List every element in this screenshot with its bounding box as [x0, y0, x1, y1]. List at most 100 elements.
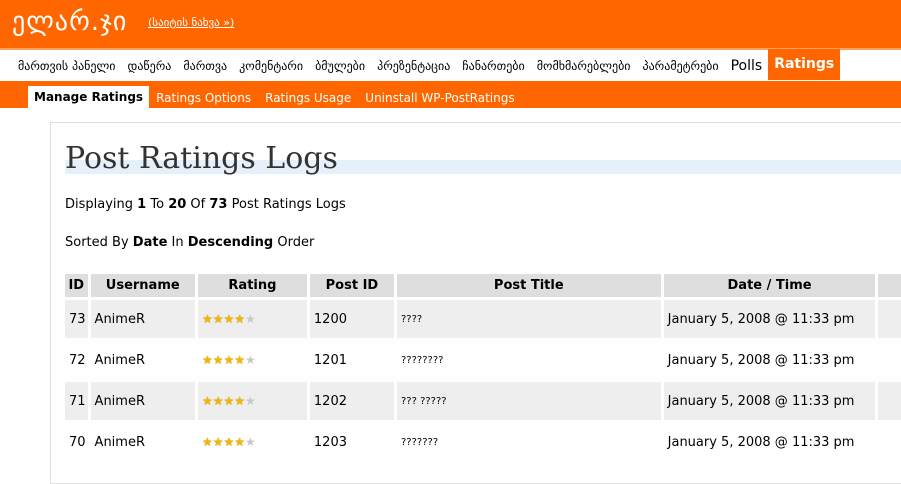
visit-site-link[interactable]: (საიტის ნახვა ») [148, 16, 234, 29]
nav-item-dashboard[interactable]: მართვის პანელი [12, 59, 122, 73]
cell-id: 73 [65, 300, 88, 338]
subnav-manage-ratings[interactable]: Manage Ratings [28, 86, 150, 108]
star-filled-icon: ★ [223, 353, 235, 367]
cell-post-id: 1203 [309, 423, 394, 461]
cell-rating: ★ ★ ★ ★ ★ [197, 423, 307, 461]
rating-stars: ★ ★ ★ ★ ★ [202, 395, 256, 407]
table-row: 73 AnimeR ★ ★ ★ ★ ★ 1200???? January 5, 2008 @ 1… [65, 300, 901, 338]
cell-post-id: 1201 [309, 341, 394, 379]
displaying-suffix: Post Ratings Logs [231, 197, 346, 212]
site-title: ელარ.ჯი [12, 7, 128, 37]
displaying-from: 1 [137, 197, 147, 212]
cell-rating: ★ ★ ★ ★ ★ [197, 300, 307, 338]
star-filled-icon: ★ [201, 353, 213, 367]
table-header-row: ID Username Rating Post ID Post Title Da… [65, 274, 901, 297]
nav-item-presentation[interactable]: პრეზენტაცია [371, 59, 456, 73]
star-filled-icon: ★ [212, 353, 224, 367]
header-post-title: Post Title [396, 274, 661, 297]
displaying-summary: Displaying 1 To 20 Of 73 Post Ratings Lo… [65, 197, 346, 212]
nav-item-options[interactable]: პარამეტრები [636, 59, 724, 73]
cell-username: AnimeR [90, 382, 195, 420]
table-row: 70 AnimeR ★ ★ ★ ★ ★ 1203??????? January 5, 2008 … [65, 423, 901, 461]
header-extra [878, 274, 901, 297]
displaying-prefix: Displaying [65, 197, 134, 212]
cell-post-title: ???????? [396, 341, 661, 379]
subnav-ratings-options[interactable]: Ratings Options [149, 91, 258, 108]
subnav-ratings-usage[interactable]: Ratings Usage [258, 91, 358, 108]
nav-item-comments[interactable]: კომენტარი [233, 59, 309, 73]
cell-datetime: January 5, 2008 @ 11:33 pm [663, 382, 876, 420]
header-post-id: Post ID [309, 274, 394, 297]
star-filled-icon: ★ [201, 394, 213, 408]
main-nav: მართვის პანელი დაწერა მართვა კომენტარი ბ… [0, 48, 901, 83]
cell-datetime: January 5, 2008 @ 11:33 pm [663, 423, 876, 461]
star-filled-icon: ★ [223, 435, 235, 449]
star-empty-icon: ★ [245, 435, 256, 449]
displaying-of-word: Of [190, 197, 206, 212]
nav-item-ratings[interactable]: Ratings [768, 49, 841, 80]
nav-item-write[interactable]: დაწერა [122, 59, 178, 73]
star-filled-icon: ★ [234, 312, 245, 326]
star-filled-icon: ★ [223, 312, 235, 326]
cell-post-title: ???? [396, 300, 661, 338]
star-filled-icon: ★ [201, 435, 213, 449]
cell-extra [878, 423, 901, 461]
sorted-field: Date [132, 235, 168, 250]
star-filled-icon: ★ [212, 435, 224, 449]
sorted-prefix: Sorted By [65, 235, 129, 250]
header-username: Username [90, 274, 195, 297]
displaying-to-word: To [150, 197, 165, 212]
nav-item-polls[interactable]: Polls [725, 58, 769, 74]
displaying-to: 20 [168, 197, 187, 212]
header-rating: Rating [197, 274, 307, 297]
content-panel: Post Ratings Logs Displaying 1 To 20 Of … [50, 122, 901, 484]
star-empty-icon: ★ [245, 353, 256, 367]
star-filled-icon: ★ [234, 394, 245, 408]
rating-stars: ★ ★ ★ ★ ★ [202, 354, 256, 366]
table-row: 71 AnimeR ★ ★ ★ ★ ★ 1202??? ????? January 5, 200… [65, 382, 901, 420]
nav-item-manage[interactable]: მართვა [177, 59, 233, 73]
header-datetime: Date / Time [663, 274, 876, 297]
subnav-uninstall[interactable]: Uninstall WP-PostRatings [358, 91, 521, 108]
cell-post-id: 1200 [309, 300, 394, 338]
cell-username: AnimeR [90, 423, 195, 461]
cell-post-title: ??? ????? [396, 382, 661, 420]
cell-post-id: 1202 [309, 382, 394, 420]
cell-rating: ★ ★ ★ ★ ★ [197, 341, 307, 379]
table-row: 72 AnimeR ★ ★ ★ ★ ★ 1201???????? January 5, 2008… [65, 341, 901, 379]
sorted-in-word: In [171, 235, 184, 250]
cell-id: 72 [65, 341, 88, 379]
displaying-total: 73 [209, 197, 228, 212]
sorted-order: Descending [187, 235, 274, 250]
cell-username: AnimeR [90, 341, 195, 379]
cell-extra [878, 382, 901, 420]
nav-item-users[interactable]: მომხმარებლები [531, 59, 637, 73]
cell-rating: ★ ★ ★ ★ ★ [197, 382, 307, 420]
cell-id: 70 [65, 423, 88, 461]
nav-item-plugins[interactable]: ჩანართები [456, 59, 530, 73]
star-empty-icon: ★ [245, 312, 256, 326]
rating-stars: ★ ★ ★ ★ ★ [202, 313, 256, 325]
sorted-summary: Sorted By Date In Descending Order [65, 235, 314, 250]
page-title: Post Ratings Logs [65, 141, 338, 176]
header-bar: ელარ.ჯი (საიტის ნახვა ») [0, 0, 901, 48]
header-id: ID [65, 274, 88, 297]
cell-datetime: January 5, 2008 @ 11:33 pm [663, 300, 876, 338]
star-filled-icon: ★ [223, 394, 235, 408]
star-filled-icon: ★ [234, 435, 245, 449]
star-filled-icon: ★ [212, 394, 224, 408]
star-filled-icon: ★ [201, 312, 213, 326]
cell-username: AnimeR [90, 300, 195, 338]
cell-post-title: ??????? [396, 423, 661, 461]
rating-stars: ★ ★ ★ ★ ★ [202, 436, 256, 448]
cell-extra [878, 300, 901, 338]
sorted-suffix: Order [277, 235, 315, 250]
cell-extra [878, 341, 901, 379]
nav-item-links[interactable]: ბმულები [309, 59, 371, 73]
star-empty-icon: ★ [245, 394, 256, 408]
ratings-log-table: ID Username Rating Post ID Post Title Da… [62, 271, 901, 464]
cell-datetime: January 5, 2008 @ 11:33 pm [663, 341, 876, 379]
star-filled-icon: ★ [234, 353, 245, 367]
sub-nav: Manage Ratings Ratings Options Ratings U… [0, 83, 901, 108]
cell-id: 71 [65, 382, 88, 420]
